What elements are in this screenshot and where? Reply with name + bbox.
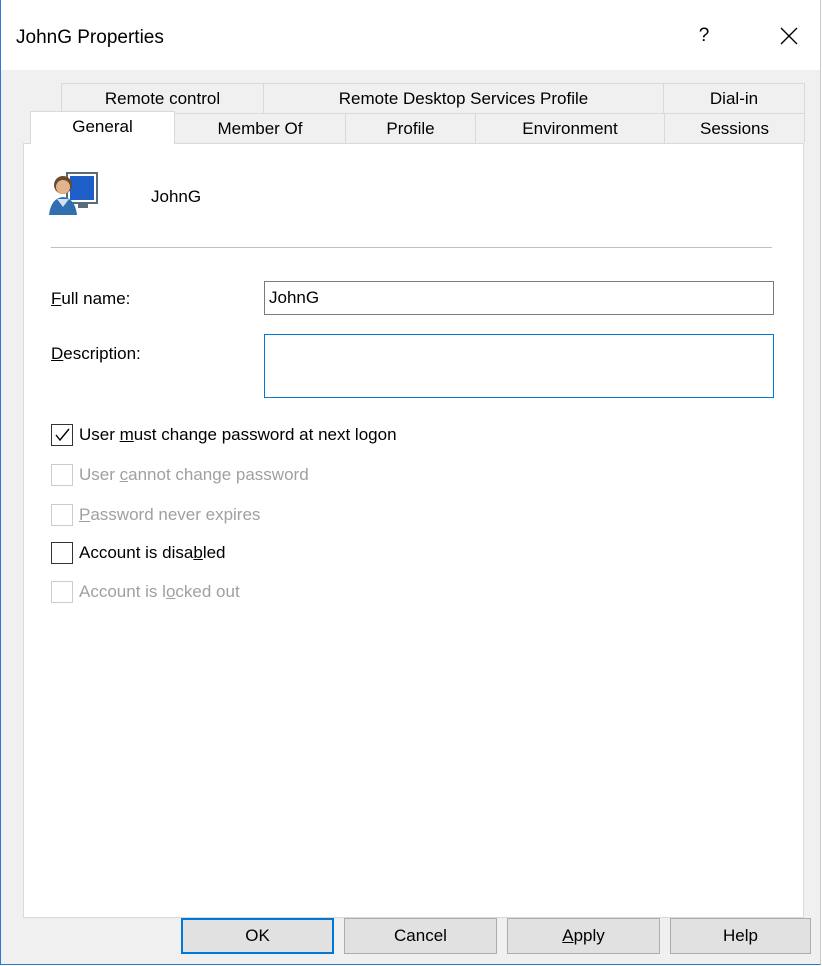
help-dialog-button[interactable]: Help [670,918,811,954]
account-disabled-label: Account is disabled [79,543,226,562]
help-button[interactable]: ? [684,18,724,54]
full-name-label: Full name: [51,289,131,308]
account-locked-out-label: Account is locked out [79,582,240,601]
window-title: JohnG Properties [16,27,164,48]
must-change-password-label: User must change password at next logon [79,425,397,444]
close-icon [780,27,798,45]
user-display-name: JohnG [151,187,202,206]
checkbox-box [51,504,73,526]
cannot-change-password-checkbox[interactable]: User cannot change password [51,462,309,488]
checkmark-icon [55,428,70,442]
properties-dialog: JohnG Properties ? Remote control Remote… [0,0,821,965]
tab-member-of[interactable]: Member Of [174,113,346,143]
tab-environment[interactable]: Environment [475,113,665,143]
description-input[interactable] [264,334,774,398]
tab-sessions[interactable]: Sessions [664,113,805,143]
checkbox-box [51,464,73,486]
account-locked-out-checkbox[interactable]: Account is locked out [51,579,240,605]
tab-remote-desktop-services-profile[interactable]: Remote Desktop Services Profile [263,83,664,113]
user-computer-icon [49,172,98,215]
divider [51,247,772,248]
apply-button[interactable]: Apply [507,918,660,954]
cancel-button[interactable]: Cancel [344,918,497,954]
title-bar: JohnG Properties ? [1,0,820,70]
password-never-expires-label: Password never expires [79,505,261,524]
checkbox-box [51,581,73,603]
close-button[interactable] [765,18,813,54]
tab-remote-control[interactable]: Remote control [61,83,264,113]
tab-profile[interactable]: Profile [345,113,476,143]
must-change-password-checkbox[interactable]: User must change password at next logon [51,422,397,448]
tab-dial-in[interactable]: Dial-in [663,83,805,113]
checkbox-box [51,424,73,446]
checkbox-box [51,542,73,564]
description-label: Description: [51,344,141,363]
general-tab-panel [23,143,804,918]
full-name-input[interactable] [264,281,774,315]
cannot-change-password-label: User cannot change password [79,465,309,484]
tab-general[interactable]: General [30,111,175,144]
password-never-expires-checkbox[interactable]: Password never expires [51,502,260,528]
account-disabled-checkbox[interactable]: Account is disabled [51,540,226,566]
ok-button[interactable]: OK [181,918,334,954]
